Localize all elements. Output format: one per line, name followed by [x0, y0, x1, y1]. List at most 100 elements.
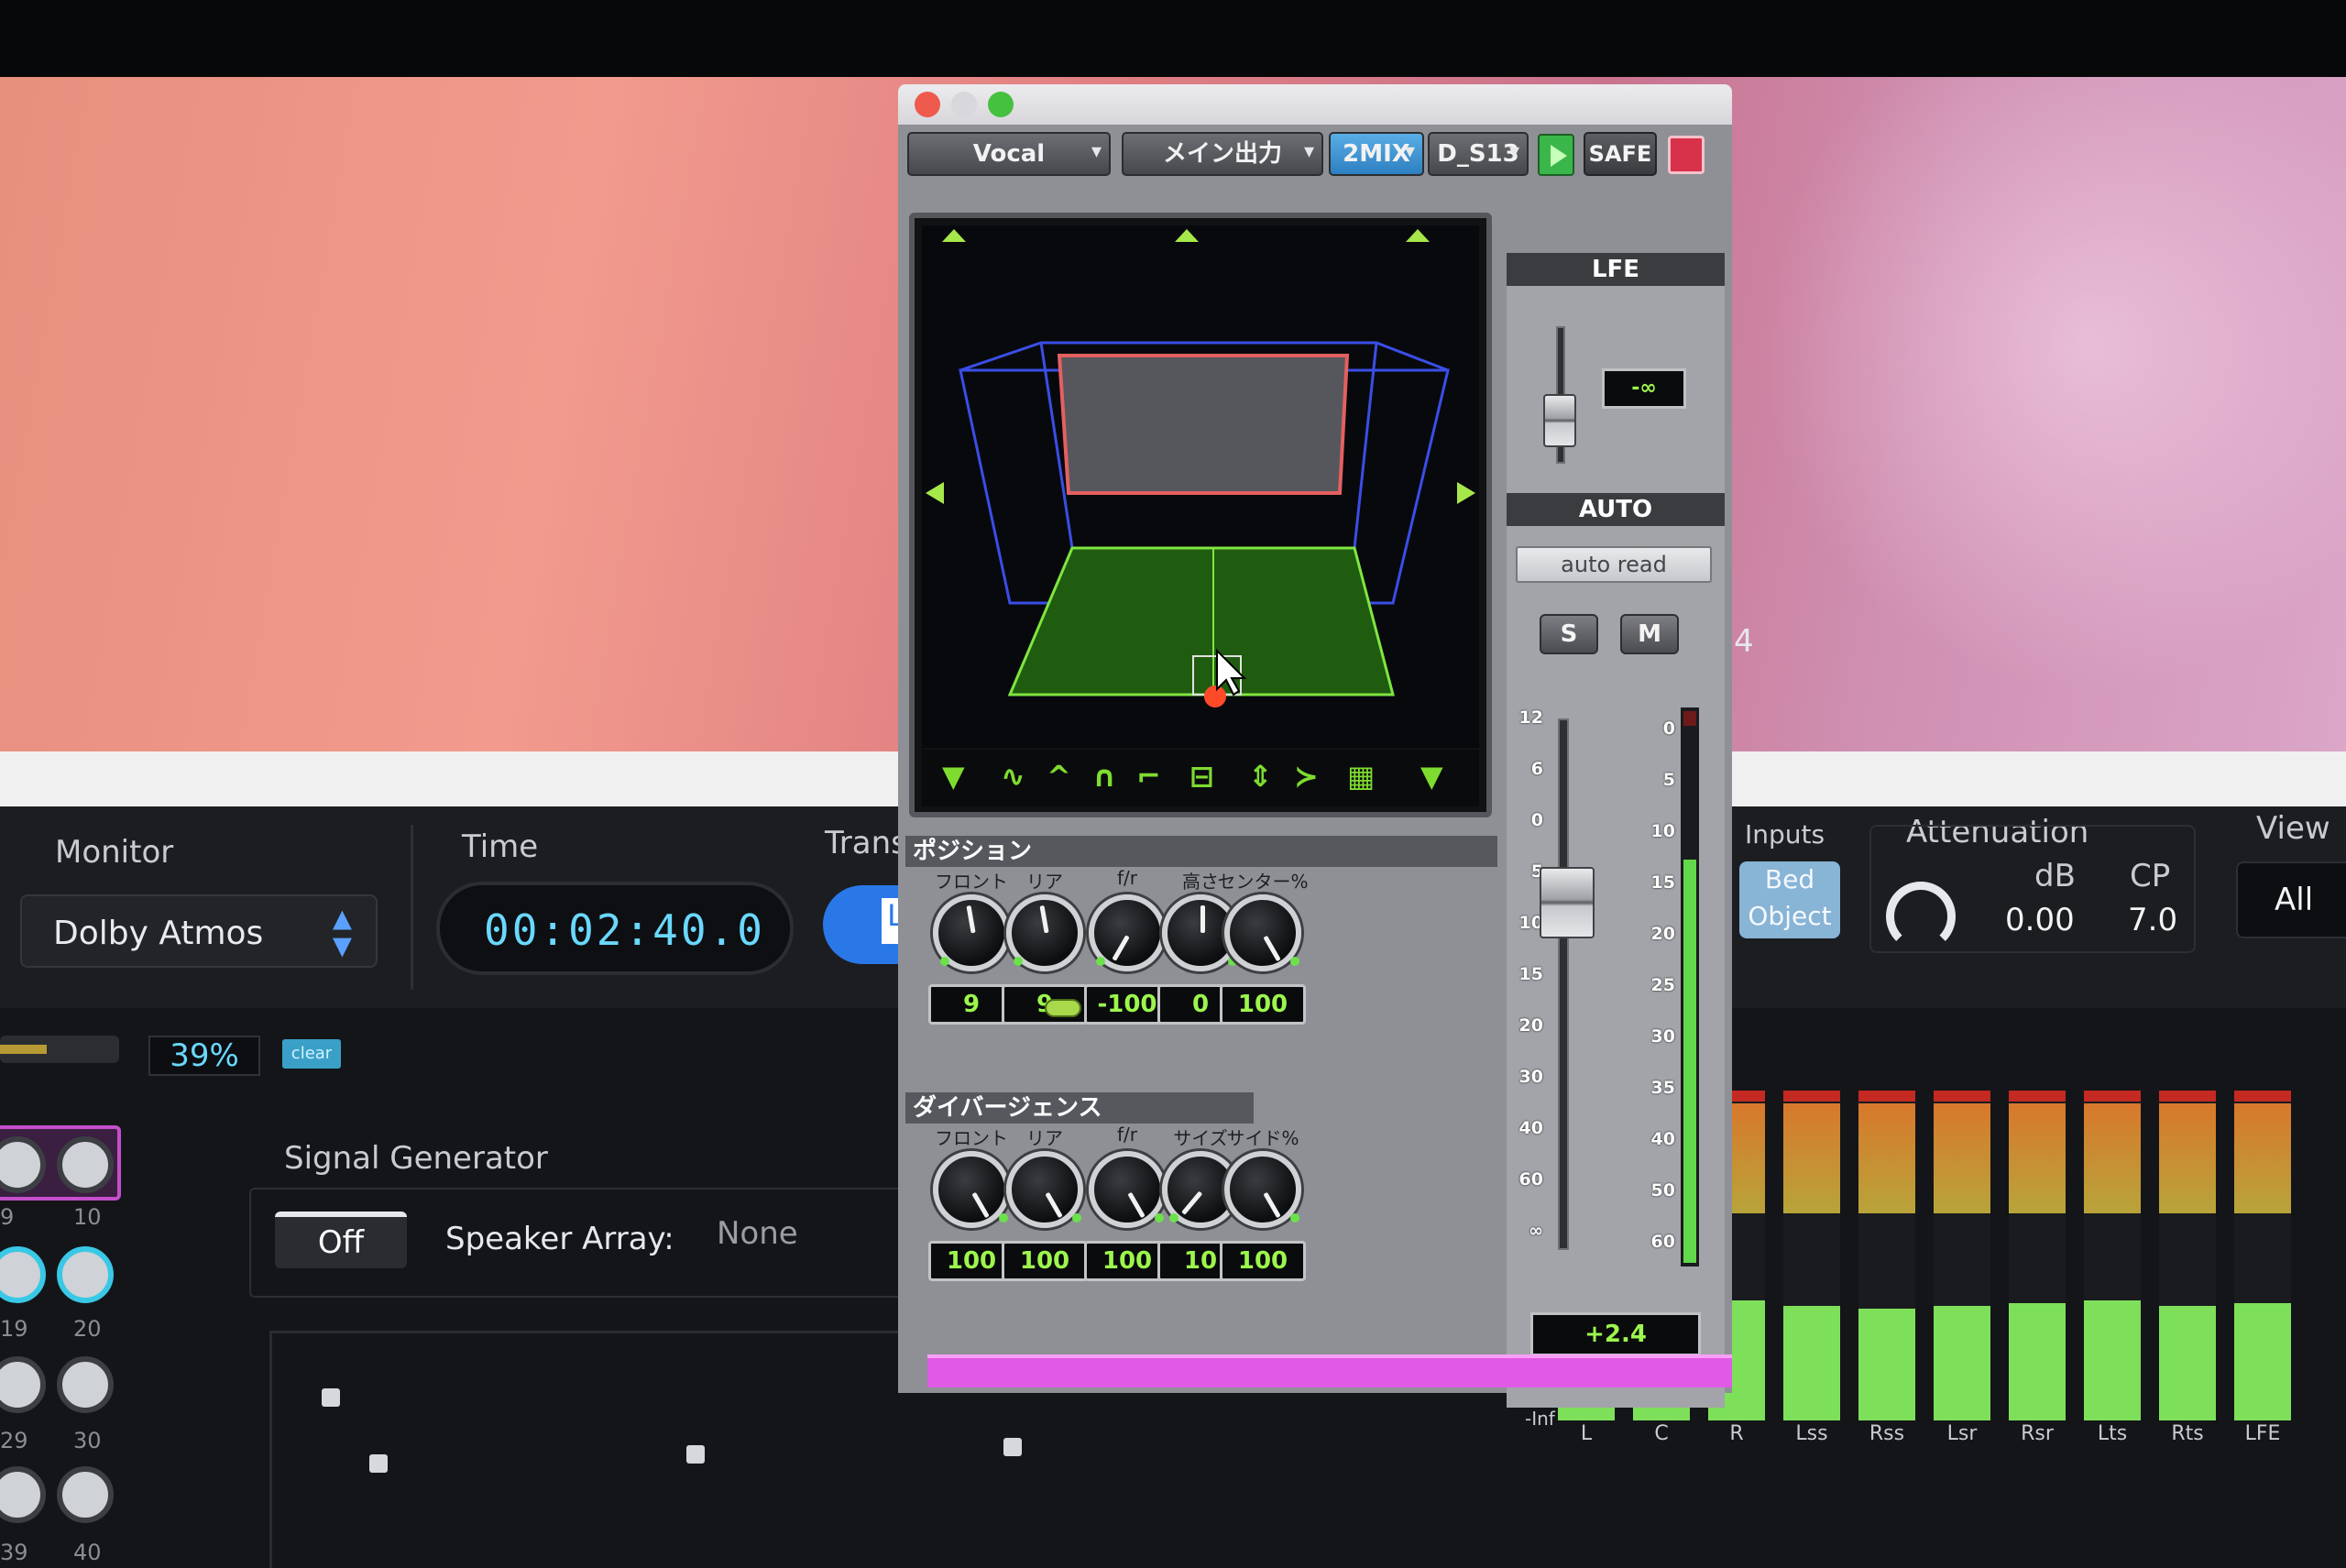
object-option[interactable]: Object	[1739, 898, 1840, 935]
meter-peak-zone	[1783, 1103, 1840, 1213]
rotary-knob[interactable]	[1089, 894, 1166, 971]
db-label: dB	[2034, 858, 2076, 894]
window-titlebar[interactable]	[898, 84, 1732, 125]
speaker-marker-icon[interactable]: ▼	[1420, 759, 1443, 794]
link-icon[interactable]	[1045, 999, 1081, 1017]
speaker-20[interactable]	[57, 1246, 114, 1303]
meter-clip	[2234, 1091, 2291, 1102]
view-value: All	[2275, 882, 2314, 918]
inputs-toggle[interactable]: Bed Object	[1739, 861, 1840, 938]
speaker-30[interactable]	[57, 1356, 114, 1413]
updown-arrows-icon: ▴ ▾	[332, 894, 352, 967]
speaker-marker-icon[interactable]: ▼	[942, 759, 965, 794]
rotary-knob[interactable]	[933, 894, 1010, 971]
corner-icon[interactable]: ⌐	[1136, 759, 1161, 794]
meter-level	[1858, 1309, 1915, 1420]
meter-scale-label: 10	[1650, 821, 1675, 841]
meter-label: R	[1729, 1422, 1744, 1445]
knob-led	[1096, 957, 1105, 966]
arc-icon[interactable]: ∩	[1092, 759, 1116, 794]
attenuation-knob-icon[interactable]	[1886, 882, 1956, 951]
knob-value[interactable]: 100	[1220, 984, 1306, 1025]
output-select[interactable]: メイン出力	[1122, 132, 1323, 176]
inputs-label: Inputs	[1745, 819, 1825, 850]
path-icon[interactable]: ∿	[1001, 759, 1025, 794]
rotary-knob[interactable]	[933, 1151, 1010, 1228]
rotary-knob[interactable]	[1006, 1151, 1083, 1228]
grid-point[interactable]	[1003, 1438, 1022, 1456]
knob-value[interactable]: 100	[1002, 1241, 1088, 1281]
speaker-num: 30	[73, 1428, 102, 1453]
knob-led	[1290, 1213, 1299, 1223]
volume-fader[interactable]	[1540, 867, 1595, 938]
grid-point[interactable]	[322, 1388, 340, 1407]
rotary-knob[interactable]	[1224, 894, 1301, 971]
automation-mode-select[interactable]: auto read	[1516, 546, 1712, 583]
volume-value[interactable]: +2.4	[1530, 1312, 1701, 1356]
arc-icon[interactable]: ^	[1047, 759, 1071, 794]
clear-button[interactable]: clear	[282, 1039, 341, 1069]
view-label: View	[2256, 810, 2330, 847]
channel-strip: LFE -∞ AUTO auto read S M 12 6 0 5 10 15 20 30 4…	[1507, 253, 1725, 1408]
meter-label: C	[1654, 1422, 1669, 1445]
play-icon[interactable]	[1538, 134, 1574, 176]
record-icon[interactable]	[1668, 136, 1705, 174]
grid-point[interactable]	[369, 1454, 388, 1473]
rotary-knob[interactable]	[1089, 1151, 1166, 1228]
volume-fader-track	[1558, 718, 1569, 1250]
grid-icon[interactable]: ▦	[1347, 759, 1375, 794]
knob-indicator	[966, 905, 976, 934]
knob-label: サイド%	[1226, 1127, 1299, 1149]
lfe-fader[interactable]	[1543, 394, 1576, 447]
knob-indicator	[1263, 1191, 1281, 1219]
room-3d-view[interactable]	[922, 225, 1479, 748]
speaker-num: 9	[0, 1204, 15, 1230]
safe-button[interactable]: SAFE	[1584, 132, 1657, 176]
knob-led	[1290, 957, 1299, 966]
solo-button[interactable]: S	[1540, 614, 1598, 654]
meter-scale-label: 20	[1650, 924, 1675, 944]
knob-value[interactable]: 100	[1220, 1241, 1306, 1281]
minimize-button[interactable]	[951, 92, 977, 117]
divergence-icon[interactable]: ≻	[1294, 759, 1319, 794]
grid-point[interactable]	[686, 1445, 705, 1464]
speaker-num: 19	[0, 1316, 28, 1342]
knob-indicator	[1112, 935, 1130, 961]
meter-peak-zone	[1934, 1103, 1990, 1213]
clip-indicator	[1683, 711, 1696, 726]
meter-scale-label: 35	[1650, 1078, 1675, 1098]
panner-screen[interactable]	[922, 225, 1479, 748]
meter-label: Lts	[2097, 1422, 2128, 1445]
meter-scale-label: 5	[1662, 770, 1675, 790]
box-icon[interactable]: ⊟	[1189, 759, 1214, 794]
progress-percent: 39%	[148, 1036, 260, 1076]
height-icon[interactable]: ⇕	[1248, 759, 1273, 794]
panner-display[interactable]: ▼ ∿ ^ ∩ ⌐ ⊟ ⇕ ≻ ▦ ▼	[909, 213, 1492, 817]
meter-scale-label: 40	[1650, 1129, 1675, 1149]
zoom-button[interactable]	[988, 92, 1014, 117]
rotary-knob[interactable]	[1006, 894, 1083, 971]
mix-select[interactable]: 2MIX	[1329, 132, 1424, 176]
speaker-10[interactable]	[57, 1136, 114, 1193]
meter-peak-zone	[1858, 1103, 1915, 1213]
monitor-select[interactable]: Dolby Atmos ▴ ▾	[20, 894, 378, 968]
meter-level	[2234, 1303, 2291, 1420]
speaker-40[interactable]	[57, 1466, 114, 1523]
bed-option[interactable]: Bed	[1739, 861, 1840, 898]
mute-button[interactable]: M	[1620, 614, 1679, 654]
rotary-knob[interactable]	[1224, 1151, 1301, 1228]
speaker-array-value[interactable]: None	[717, 1215, 798, 1252]
track-select[interactable]: Vocal	[907, 132, 1111, 176]
close-button[interactable]	[915, 92, 940, 117]
speaker-num: 40	[73, 1540, 102, 1565]
db-value[interactable]: 0.00	[2005, 902, 2075, 938]
knob-indicator	[1263, 935, 1281, 962]
progress-fill	[0, 1045, 47, 1054]
cp-value[interactable]: 7.0	[2128, 902, 2177, 938]
auto-title: AUTO	[1507, 493, 1725, 526]
fader-scale-label: 40	[1518, 1118, 1543, 1138]
signal-off-button[interactable]: Off	[275, 1212, 407, 1268]
view-select[interactable]: All	[2236, 861, 2346, 938]
device-select[interactable]: D_S13	[1428, 132, 1529, 176]
meter-level	[2159, 1306, 2216, 1420]
